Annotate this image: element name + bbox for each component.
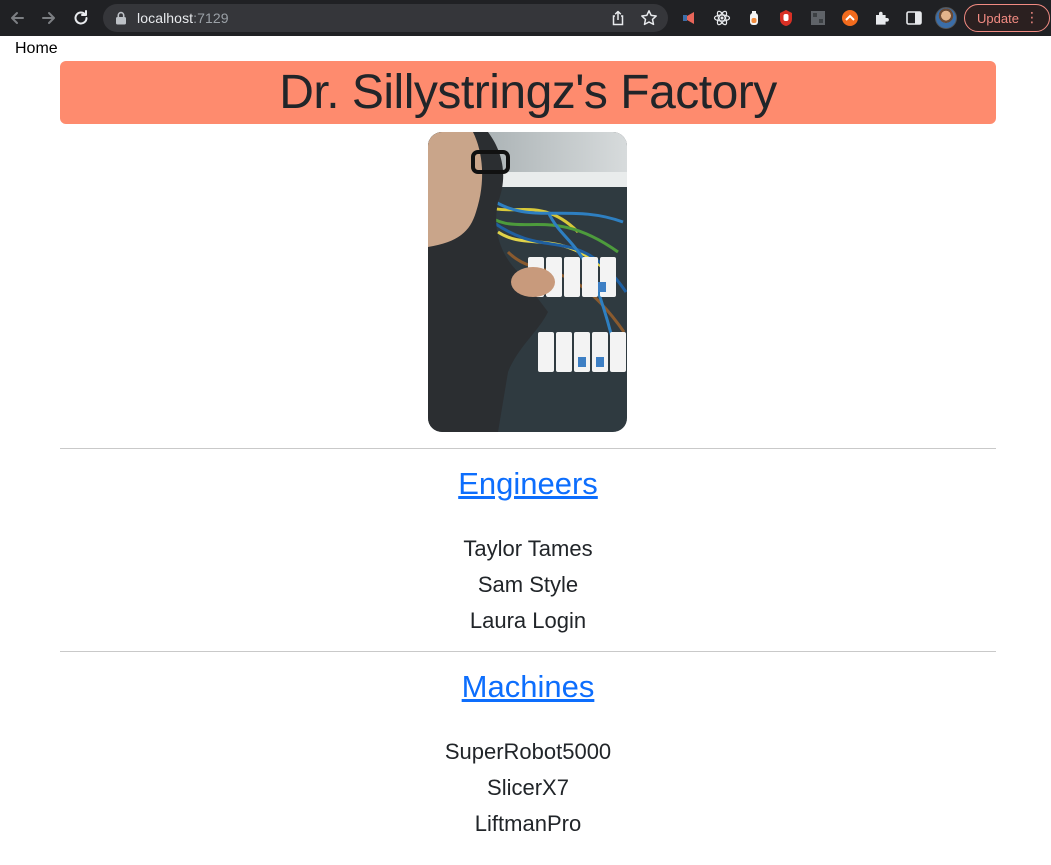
section-divider xyxy=(60,651,996,652)
electrician-photo xyxy=(428,132,627,432)
home-link[interactable]: Home xyxy=(15,40,58,58)
machine-item: SlicerX7 xyxy=(487,775,569,800)
share-icon[interactable] xyxy=(610,10,626,31)
engineer-item: Laura Login xyxy=(469,608,587,633)
machine-item: SuperRobot5000 xyxy=(444,739,612,764)
browser-toolbar: localhost:7129 Update ⋮ xyxy=(0,0,1051,36)
bookmark-star-icon[interactable] xyxy=(640,9,658,32)
page-title: Dr. Sillystringz's Factory xyxy=(279,65,777,119)
orange-extension-icon[interactable] xyxy=(841,9,859,27)
back-arrow-icon[interactable] xyxy=(7,8,27,28)
machines-link[interactable]: Machines xyxy=(60,669,996,705)
engineer-item: Taylor Tames xyxy=(463,536,593,561)
page-header-banner: Dr. Sillystringz's Factory xyxy=(60,61,996,124)
lock-icon xyxy=(115,11,127,30)
forward-arrow-icon[interactable] xyxy=(39,8,59,28)
react-devtools-icon[interactable] xyxy=(713,9,731,27)
grid-extension-icon[interactable] xyxy=(809,9,827,27)
section-divider xyxy=(60,448,996,449)
update-button[interactable]: Update ⋮ xyxy=(964,4,1050,32)
engineers-link[interactable]: Engineers xyxy=(60,466,996,502)
profile-avatar[interactable] xyxy=(935,7,957,29)
megaphone-extension-icon[interactable] xyxy=(681,9,699,27)
update-label: Update xyxy=(977,10,1019,26)
puzzle-extensions-icon[interactable] xyxy=(873,9,891,27)
machine-item: LiftmanPro xyxy=(474,811,582,836)
url-port: :7129 xyxy=(193,10,229,26)
more-menu-icon[interactable]: ⋮ xyxy=(1025,10,1039,24)
url-text: localhost:7129 xyxy=(137,10,229,26)
engineer-item: Sam Style xyxy=(477,572,579,597)
bottle-extension-icon[interactable] xyxy=(745,9,763,27)
side-panel-icon[interactable] xyxy=(905,9,923,27)
url-host: localhost xyxy=(137,10,194,26)
reload-icon[interactable] xyxy=(71,8,91,28)
stop-hand-extension-icon[interactable] xyxy=(777,9,795,27)
address-bar[interactable]: localhost:7129 xyxy=(103,4,668,32)
